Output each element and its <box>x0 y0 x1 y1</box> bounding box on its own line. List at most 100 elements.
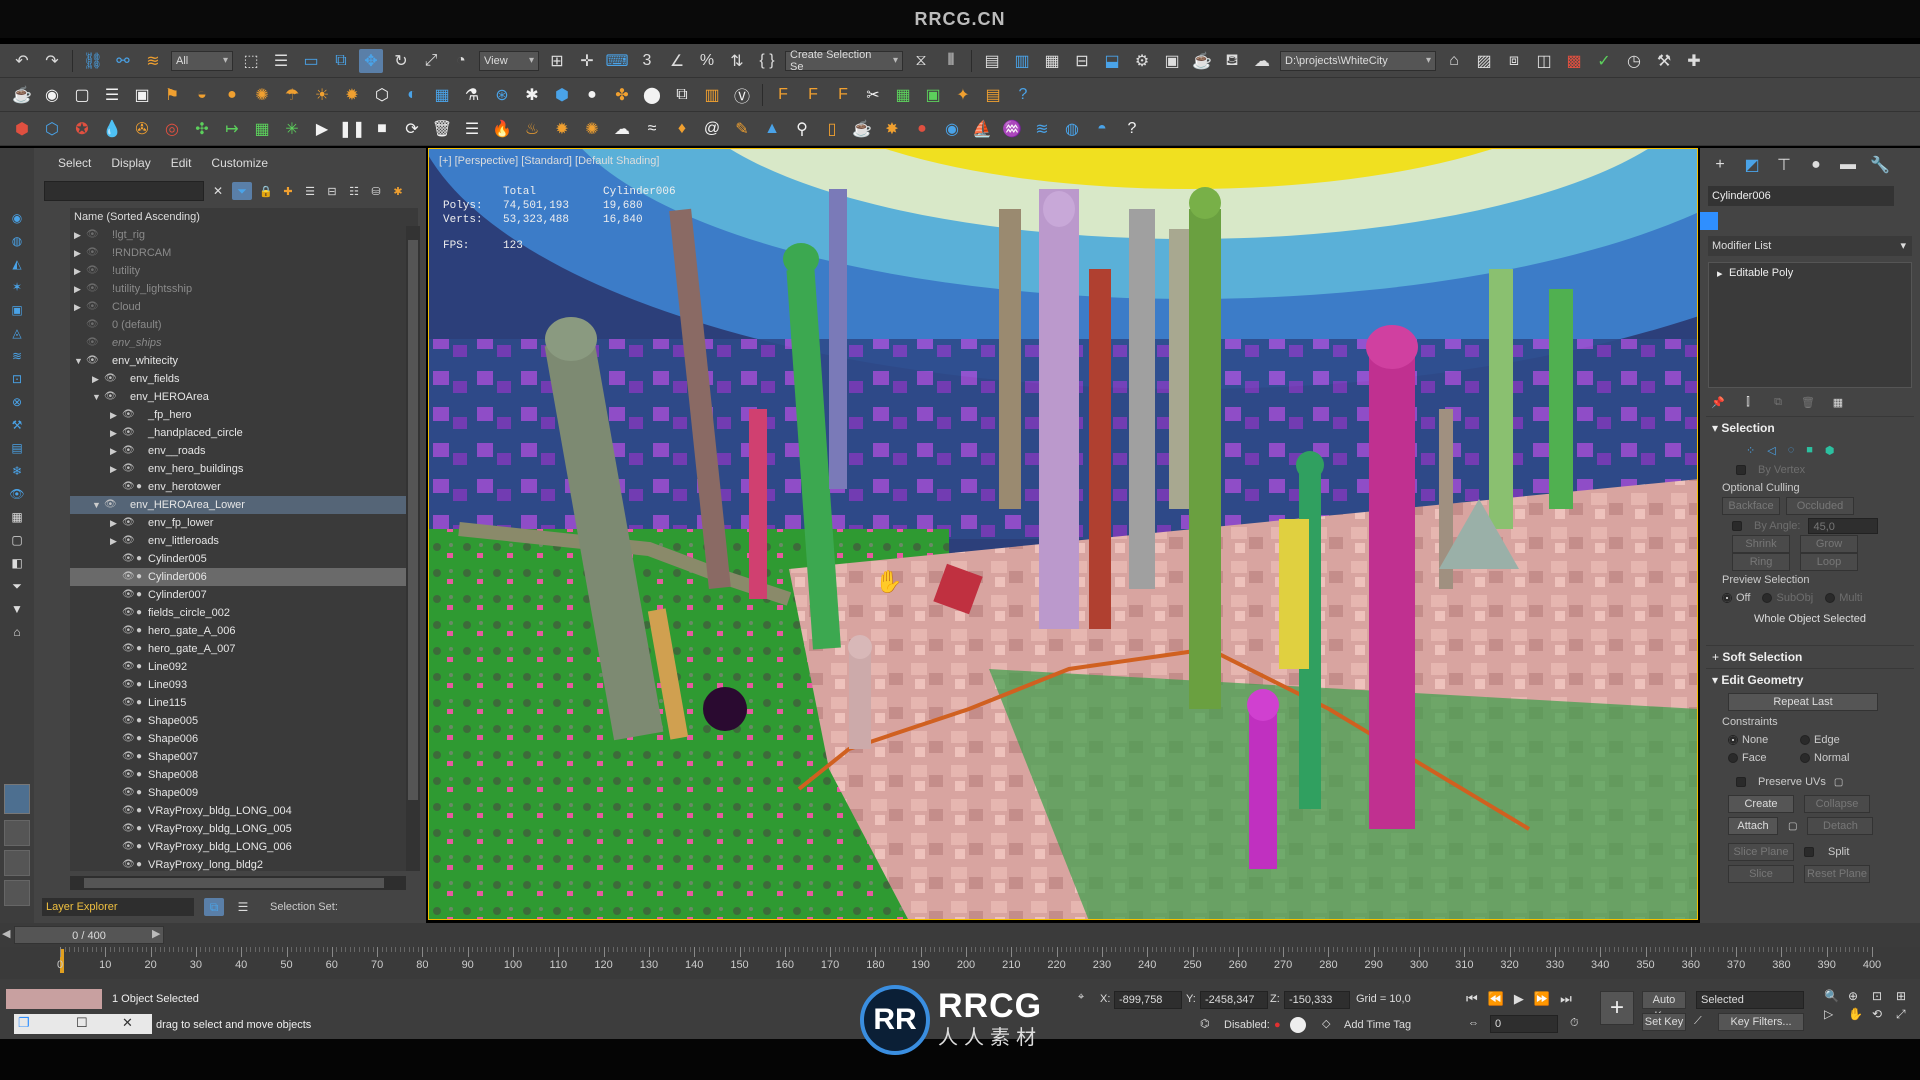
render-toggle-icon[interactable]: ● <box>136 658 142 676</box>
display-hidden-icon[interactable]: 👁 <box>8 486 26 502</box>
visibility-eye-icon[interactable]: 👁 <box>122 406 135 424</box>
set-key-big-button[interactable]: + <box>1600 991 1634 1025</box>
rendered-frame-window-icon[interactable]: ▣ <box>1160 49 1184 73</box>
render-toggle-icon[interactable]: ● <box>136 802 142 820</box>
scene-column-header[interactable]: Name (Sorted Ascending) <box>70 208 418 226</box>
render-toggle-icon[interactable]: ● <box>136 694 142 712</box>
constraint-edge-radio[interactable] <box>1800 735 1810 746</box>
attach-button[interactable]: Attach <box>1728 817 1778 835</box>
torch-icon[interactable]: ✎ <box>730 117 754 141</box>
fe-icon[interactable]: F <box>831 83 855 107</box>
next-frame-icon[interactable]: ⏩ <box>1534 991 1550 1007</box>
window-close-icon[interactable]: ✕ <box>122 1015 133 1031</box>
coffee-icon[interactable]: ☕ <box>850 117 874 141</box>
list-icon[interactable]: ☰ <box>460 117 484 141</box>
visibility-eye-icon[interactable]: 👁 <box>122 784 135 802</box>
link-icon[interactable]: ⛓ <box>81 49 105 73</box>
ocean-mesh-icon[interactable]: ◓ <box>1090 117 1114 141</box>
menu-edit[interactable]: Edit <box>171 156 192 176</box>
visibility-eye-icon[interactable]: 👁 <box>122 748 135 766</box>
workspace-icon[interactable]: ▨ <box>1472 49 1496 73</box>
slice-button[interactable]: Slice <box>1728 865 1794 883</box>
funnel-icon[interactable]: ▼ <box>8 601 26 617</box>
visibility-eye-icon[interactable]: 👁 <box>122 586 135 604</box>
mirror-icon[interactable]: ⧖ <box>909 49 933 73</box>
visibility-eye-icon[interactable]: 👁 <box>86 316 99 334</box>
scrollbar-thumb[interactable] <box>84 878 384 888</box>
render-toggle-icon[interactable]: ● <box>136 676 142 694</box>
scene-tree-row[interactable]: 👁 ● env_herotower <box>70 478 406 496</box>
material-ball-icon[interactable]: ● <box>580 83 604 107</box>
listener-icon[interactable]: ▤ <box>981 83 1005 107</box>
zoom-extents-icon[interactable]: ⊡ <box>1872 989 1892 1003</box>
scene-tree-row[interactable]: ▶ 👁 Cloud <box>70 298 406 316</box>
scene-tree-row[interactable]: ▶ 👁 env_fields <box>70 370 406 388</box>
material-editor-icon[interactable]: ⬓ <box>1100 49 1124 73</box>
collapse-button[interactable]: Collapse <box>1804 795 1870 813</box>
object-name-field[interactable]: Cylinder006 <box>1708 186 1894 206</box>
vertex-level-icon[interactable]: ⁘ <box>1746 444 1755 457</box>
make-current-layer-icon[interactable]: ⊟ <box>324 183 340 199</box>
orbit-icon[interactable]: ⟲ <box>1872 1007 1892 1022</box>
multi-material-icon[interactable]: ✤ <box>610 83 634 107</box>
visibility-eye-icon[interactable]: 👁 <box>86 298 99 316</box>
scene-tree-row[interactable]: 👁 ● fields_circle_002 <box>70 604 406 622</box>
visibility-eye-icon[interactable]: 👁 <box>86 352 99 370</box>
panel-icon[interactable]: ▣ <box>921 83 945 107</box>
loop-button[interactable]: Loop <box>1800 553 1858 571</box>
scene-tree-row[interactable]: 👁 ● Shape008 <box>70 766 406 784</box>
zoom-icon[interactable]: 🔍 <box>1824 989 1844 1003</box>
visibility-eye-icon[interactable]: 👁 <box>122 532 135 550</box>
preview-off-radio[interactable] <box>1722 593 1732 604</box>
v-logo-icon[interactable]: Ⓥ <box>730 83 754 107</box>
window-maximize-icon[interactable]: ☐ <box>76 1015 88 1031</box>
fire-grid-icon[interactable]: ✹ <box>550 117 574 141</box>
stop-icon[interactable]: ■ <box>370 117 394 141</box>
visibility-eye-icon[interactable]: 👁 <box>122 604 135 622</box>
create-tab-icon[interactable]: + <box>1710 156 1730 174</box>
expand-arrow-icon[interactable]: ▶ <box>92 370 99 388</box>
polygon-level-icon[interactable]: ■ <box>1806 444 1813 456</box>
detach-button[interactable]: Detach <box>1807 817 1874 835</box>
by-angle-spinner[interactable]: 45,0 <box>1808 518 1879 534</box>
expand-arrow-icon[interactable]: ▶ <box>74 298 81 316</box>
viewport-layout-tab-active[interactable] <box>4 784 30 814</box>
tools-icon[interactable]: ✂ <box>861 83 885 107</box>
render-toggle-icon[interactable]: ● <box>136 586 142 604</box>
sim-gizmo-icon[interactable]: ✣ <box>190 117 214 141</box>
align-icon[interactable]: ⫴ <box>939 49 963 73</box>
visibility-eye-icon[interactable]: 👁 <box>122 550 135 568</box>
explosion-icon[interactable]: ✸ <box>880 117 904 141</box>
track-bar[interactable]: 0 10 20 30 40 50 60 70 80 90 100 110 120 130 140 150 160… <box>0 947 1920 979</box>
select-by-name-icon[interactable]: ☰ <box>269 49 293 73</box>
redo-icon[interactable]: ↷ <box>40 49 64 73</box>
fs-icon[interactable]: F <box>801 83 825 107</box>
undo-icon[interactable]: ↶ <box>10 49 34 73</box>
object-color-swatch[interactable] <box>1700 212 1718 230</box>
sim-grid-icon[interactable]: ▦ <box>250 117 274 141</box>
previous-frame-icon[interactable]: ⏪ <box>1488 991 1504 1007</box>
teapot-icon[interactable]: ☕ <box>10 83 34 107</box>
sim-emitter-icon[interactable]: ✇ <box>130 117 154 141</box>
scene-tree-row[interactable]: ▼ 👁 env_whitecity <box>70 352 406 370</box>
display-spacewarps-icon[interactable]: ≋ <box>8 348 26 364</box>
render-toggle-icon[interactable]: ● <box>136 712 142 730</box>
display-all-icon[interactable]: ▦ <box>8 509 26 525</box>
render-toggle-icon[interactable]: ● <box>136 748 142 766</box>
expand-arrow-icon[interactable]: ▶ <box>110 514 117 532</box>
scene-vertical-scrollbar[interactable] <box>406 226 420 871</box>
bind-spacewarp-icon[interactable]: ≋ <box>141 49 165 73</box>
scene-tree-row[interactable]: 👁 ● Line093 <box>70 676 406 694</box>
scene-tree-row[interactable]: 👁 ● Cylinder007 <box>70 586 406 604</box>
sort-by-hierarchy-icon[interactable]: ☰ <box>234 898 252 916</box>
pin-stack-icon[interactable]: 📌 <box>1710 394 1726 410</box>
scene-tree-row[interactable]: 👁 ● Line092 <box>70 658 406 676</box>
display-lights-icon[interactable]: ✶ <box>8 279 26 295</box>
expand-arrow-icon[interactable]: ▶ <box>110 442 117 460</box>
time-prev-icon[interactable]: ◀ <box>2 927 10 940</box>
key-tangent-icon[interactable]: ⟋ <box>1694 1015 1702 1028</box>
visibility-eye-icon[interactable]: 👁 <box>122 694 135 712</box>
modifier-list-select[interactable]: Modifier List <box>1708 236 1912 256</box>
go-to-start-icon[interactable]: ⏮ <box>1466 991 1478 1007</box>
preview-subobj-radio[interactable] <box>1762 593 1773 604</box>
